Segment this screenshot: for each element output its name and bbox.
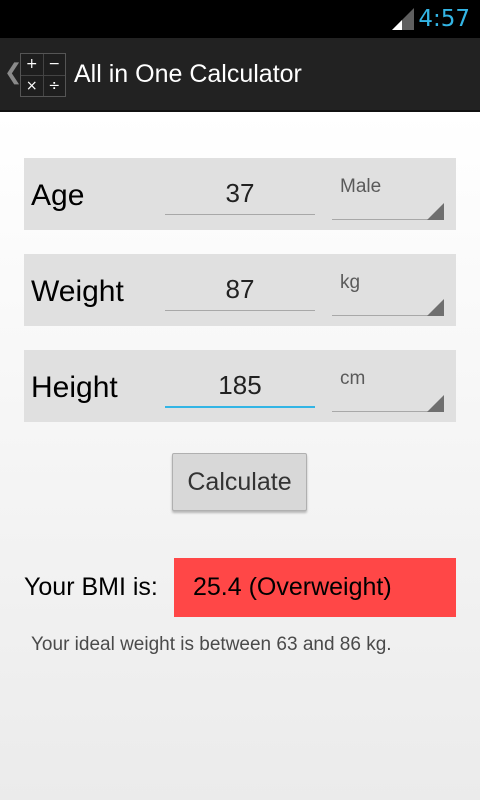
gender-spinner[interactable]: Male: [332, 172, 444, 220]
age-label: Age: [31, 179, 85, 212]
height-input[interactable]: [165, 364, 315, 408]
plus-symbol: +: [21, 54, 43, 75]
dropdown-arrow-icon: [427, 395, 444, 412]
weight-row: Weight kg: [24, 254, 456, 326]
height-label: Height: [31, 371, 118, 404]
calculator-icon[interactable]: + − × ÷: [20, 53, 66, 97]
calculate-button[interactable]: Calculate: [172, 453, 307, 511]
bmi-label: Your BMI is:: [24, 573, 158, 601]
bmi-result: 25.4 (Overweight): [174, 558, 456, 617]
weight-label: Weight: [31, 275, 124, 308]
height-row: Height cm: [24, 350, 456, 422]
height-unit-value: cm: [340, 368, 366, 389]
age-row: Age Male: [24, 158, 456, 230]
weight-unit-spinner[interactable]: kg: [332, 268, 444, 316]
clock: 4:57: [418, 6, 470, 32]
height-unit-spinner[interactable]: cm: [332, 364, 444, 412]
weight-unit-value: kg: [340, 272, 361, 293]
ideal-weight-text: Your ideal weight is between 63 and 86 k…: [31, 634, 392, 655]
minus-symbol: −: [43, 54, 65, 75]
status-bar: 4:57: [0, 0, 480, 38]
gender-spinner-value: Male: [340, 176, 382, 197]
dropdown-arrow-icon: [427, 299, 444, 316]
dropdown-arrow-icon: [427, 203, 444, 220]
action-bar: ❮ + − × ÷ All in One Calculator: [0, 38, 480, 112]
signal-icon: [392, 8, 414, 30]
multiply-symbol: ×: [21, 75, 43, 96]
weight-input[interactable]: [165, 268, 315, 311]
main-content: Age Male Weight kg Height cm Calculate Y…: [0, 112, 480, 800]
divide-symbol: ÷: [43, 75, 65, 96]
age-input[interactable]: [165, 172, 315, 215]
app-title: All in One Calculator: [74, 60, 302, 88]
